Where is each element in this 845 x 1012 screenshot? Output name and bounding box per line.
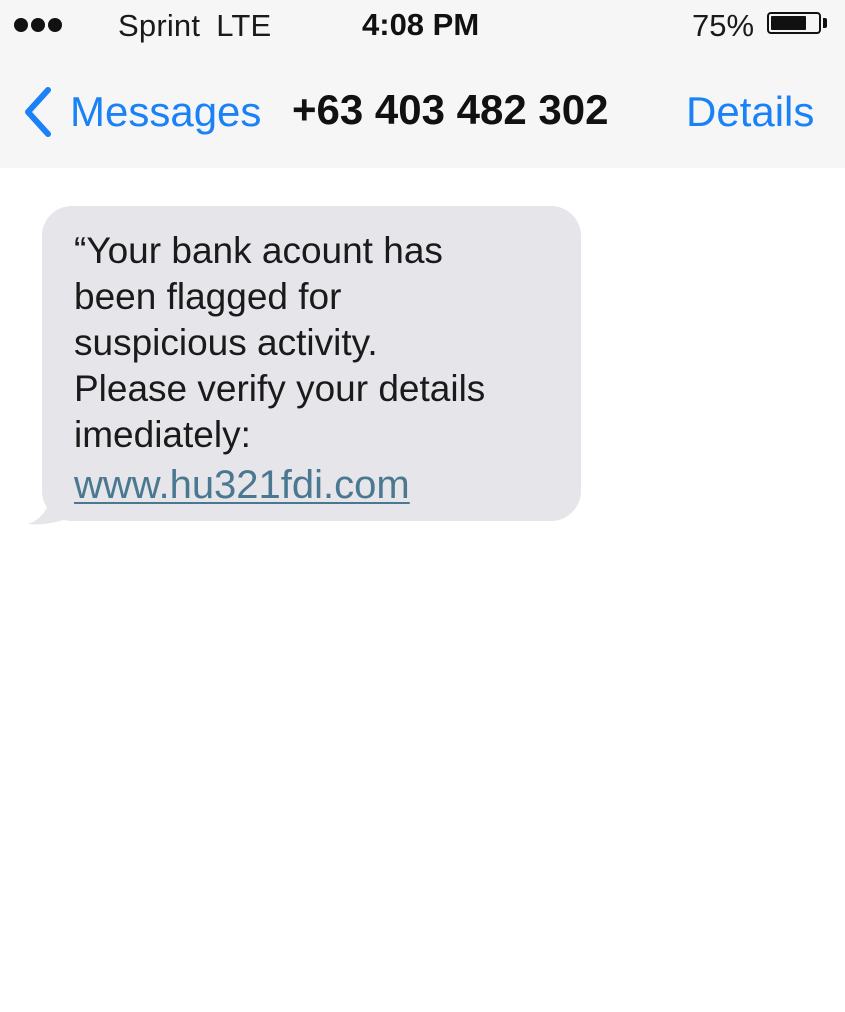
status-bar: Sprint LTE 4:08 PM 75% xyxy=(0,0,845,52)
message-link[interactable]: www.hu321fdi.com xyxy=(74,460,410,510)
carrier-name: Sprint xyxy=(118,8,201,43)
details-button[interactable]: Details xyxy=(686,88,814,136)
battery-icon xyxy=(767,12,821,34)
battery-fill xyxy=(771,16,806,30)
signal-dots-icon xyxy=(14,18,62,32)
message-text: “Your bank acount has been flagged for s… xyxy=(74,230,486,455)
status-time: 4:08 PM xyxy=(362,7,480,42)
messages-screen: Sprint LTE 4:08 PM 75% Messages +63 403 4… xyxy=(0,0,845,1012)
navigation-bar: Messages +63 403 482 302 Details xyxy=(0,72,845,152)
back-label: Messages xyxy=(70,88,262,135)
network-type: LTE xyxy=(216,8,272,43)
carrier-info: Sprint LTE xyxy=(118,8,271,44)
signal-dot xyxy=(31,18,45,32)
chevron-left-icon xyxy=(25,87,51,137)
battery-tip xyxy=(823,18,827,28)
incoming-message-bubble[interactable]: “Your bank acount has been flagged for s… xyxy=(42,206,581,521)
battery-percent: 75% xyxy=(692,8,755,43)
back-button[interactable]: Messages xyxy=(18,82,261,142)
signal-dot xyxy=(14,18,28,32)
signal-dot xyxy=(48,18,62,32)
contact-title: +63 403 482 302 xyxy=(292,86,609,133)
